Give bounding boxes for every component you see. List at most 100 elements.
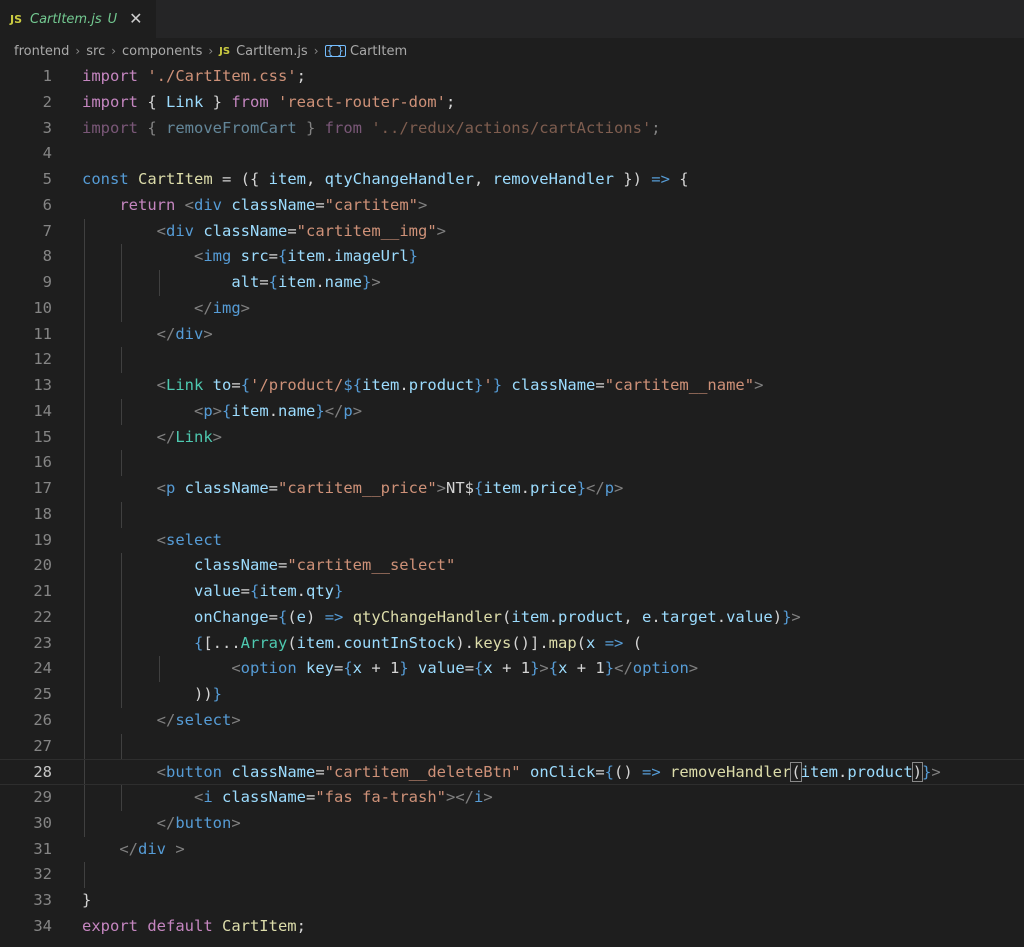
- code-token: ): [772, 607, 783, 626]
- code-line[interactable]: 19 <select: [0, 527, 1024, 554]
- code-token: >: [371, 273, 381, 291]
- code-line[interactable]: 11 </div>: [0, 321, 1024, 348]
- code-line[interactable]: 2 import { Link } from 'react-router-dom'…: [0, 90, 1024, 116]
- code-token: ': [483, 376, 493, 394]
- code-line[interactable]: 7 <div className="cartitem__img">: [0, 218, 1024, 245]
- code-text: <p>{item.name}</p>: [82, 399, 362, 425]
- code-token: =: [240, 582, 250, 600]
- code-editor[interactable]: 1 import './CartItem.css'; 2 import { Link …: [0, 64, 1024, 940]
- code-line[interactable]: 17 <p className="cartitem__price">NT${it…: [0, 476, 1024, 502]
- code-line[interactable]: 12: [0, 347, 1024, 373]
- code-token: <: [156, 376, 166, 394]
- code-token: map: [548, 633, 577, 652]
- line-number: 28: [33, 763, 52, 782]
- code-text: <i className="fas fa-trash"></i>: [82, 785, 493, 811]
- indent-guide: [121, 733, 123, 760]
- code-token: >: [483, 788, 493, 806]
- code-line[interactable]: 34 export default CartItem;: [0, 914, 1024, 940]
- code-line[interactable]: 8 <img src={item.imageUrl}: [0, 244, 1024, 270]
- code-line[interactable]: 3 import { removeFromCart } from '../redu…: [0, 116, 1024, 142]
- code-token: item: [259, 582, 297, 600]
- indent-guide: [121, 450, 123, 476]
- code-line[interactable]: 20 className="cartitem__select": [0, 553, 1024, 579]
- code-line[interactable]: 29 <i className="fas fa-trash"></i>: [0, 785, 1024, 811]
- code-token: x: [586, 633, 596, 652]
- line-number: 30: [33, 813, 52, 832]
- close-icon[interactable]: ✕: [129, 11, 142, 27]
- code-token: {: [278, 247, 288, 266]
- breadcrumb-frontend[interactable]: frontend: [14, 44, 69, 59]
- code-line[interactable]: 9 alt={item.name}>: [0, 270, 1024, 296]
- code-text: {[...Array(item.countInStock).keys()].ma…: [82, 631, 642, 657]
- tab-cartitem-js[interactable]: JS CartItem.js U ✕: [0, 0, 156, 38]
- code-line[interactable]: 18: [0, 501, 1024, 528]
- code-token: </: [156, 324, 176, 343]
- code-line[interactable]: 4: [0, 141, 1024, 167]
- code-token: {: [147, 92, 166, 111]
- code-token: Array: [240, 633, 288, 652]
- code-token: >: [231, 813, 241, 832]
- code-line[interactable]: 22 onChange={(e) => qtyChangeHandler(ite…: [0, 604, 1024, 631]
- code-token: Link: [166, 376, 213, 394]
- code-token: <: [193, 401, 204, 420]
- code-token: div: [194, 195, 232, 214]
- code-line[interactable]: 31 </div >: [0, 837, 1024, 863]
- code-text: import { removeFromCart } from '../redux…: [82, 116, 661, 142]
- code-token: x: [483, 659, 493, 678]
- code-token: value: [193, 582, 241, 600]
- chevron-right-icon: ›: [208, 44, 214, 58]
- code-line[interactable]: 14 <p>{item.name}</p>: [0, 398, 1024, 425]
- code-text: return <div className="cartitem">: [82, 193, 427, 219]
- code-token: </: [156, 710, 176, 729]
- code-line[interactable]: 21 value={item.qty}: [0, 579, 1024, 605]
- code-token: button: [175, 813, 232, 832]
- code-text: </select>: [82, 708, 241, 734]
- code-line[interactable]: 16: [0, 450, 1024, 476]
- code-text: </button>: [82, 811, 241, 837]
- breadcrumb-src[interactable]: src: [86, 44, 105, 59]
- code-line[interactable]: 10 </img>: [0, 295, 1024, 322]
- code-line[interactable]: 23 {[...Array(item.countInStock).keys()]…: [0, 630, 1024, 657]
- code-token: className: [203, 221, 288, 240]
- line-number: 1: [42, 67, 52, 85]
- code-line[interactable]: 28 <button className="cartitem__deleteBt…: [0, 759, 1024, 785]
- breadcrumb-components[interactable]: components: [122, 44, 202, 59]
- code-token: </: [119, 839, 138, 858]
- code-line[interactable]: 13 <Link to={'/product/${item.product}'}…: [0, 373, 1024, 399]
- code-token: (: [790, 762, 802, 783]
- code-token: }: [334, 582, 344, 600]
- code-token: ()].: [511, 633, 549, 652]
- code-line[interactable]: 15 </Link>: [0, 424, 1024, 451]
- code-line[interactable]: 26 </select>: [0, 707, 1024, 734]
- code-token: (: [287, 607, 297, 626]
- breadcrumb-file[interactable]: CartItem.js: [236, 44, 308, 59]
- breadcrumb-symbol[interactable]: CartItem: [350, 44, 407, 59]
- code-line[interactable]: 25 ))}: [0, 682, 1024, 708]
- code-token: }): [613, 170, 652, 188]
- code-token: </: [586, 479, 605, 497]
- code-line[interactable]: 32: [0, 862, 1024, 888]
- code-line[interactable]: 24 <option key={x + 1} value={x + 1}>{x …: [0, 656, 1024, 682]
- code-line[interactable]: 33}: [0, 888, 1024, 914]
- code-line[interactable]: 30 </button>: [0, 810, 1024, 837]
- code-token: =: [315, 763, 325, 782]
- code-token: + 1: [492, 659, 531, 678]
- code-token: ></: [446, 788, 474, 806]
- code-line[interactable]: 6 return <div className="cartitem">: [0, 193, 1024, 219]
- line-number: 24: [33, 659, 52, 678]
- code-line[interactable]: 5 const CartItem = ({ item, qtyChangeHand…: [0, 167, 1024, 193]
- code-token: product: [847, 763, 913, 782]
- code-token: .: [651, 607, 661, 626]
- code-line[interactable]: 27: [0, 733, 1024, 760]
- line-number: 3: [42, 118, 52, 137]
- code-token: >: [240, 298, 250, 317]
- code-token: item: [287, 247, 325, 266]
- code-line[interactable]: 1 import './CartItem.css';: [0, 64, 1024, 90]
- indent-guide: [84, 347, 85, 373]
- code-token: >: [614, 479, 624, 497]
